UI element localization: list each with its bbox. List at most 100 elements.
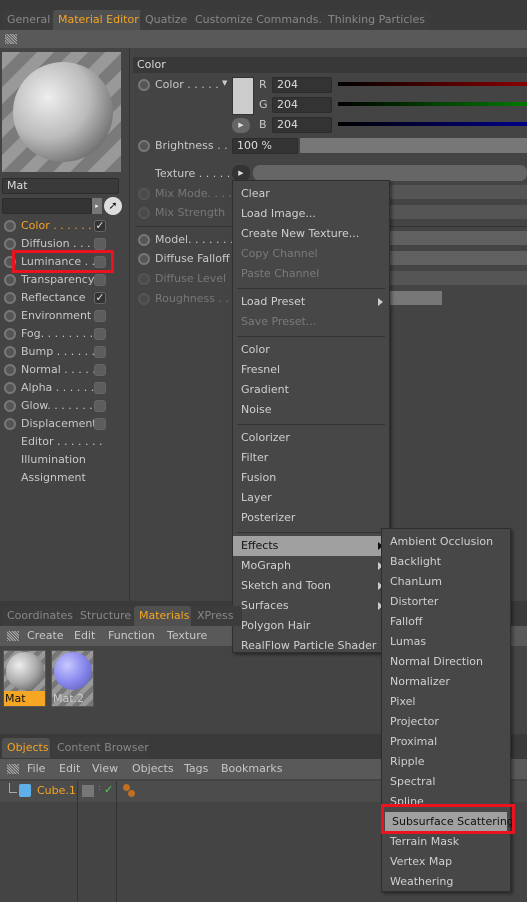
channel-anim-radio[interactable] (4, 292, 16, 304)
color-mode-arrow-icon[interactable]: ▼ (222, 79, 227, 87)
color-expand-button[interactable]: ▶ (232, 118, 250, 133)
menu-tags[interactable]: Tags (184, 762, 208, 775)
g-slider[interactable] (338, 102, 527, 106)
channel-label[interactable]: Fog. . . . . . . . . (21, 327, 100, 340)
submenu-item-proximal[interactable]: Proximal (382, 732, 510, 752)
preset-dropdown[interactable] (2, 198, 92, 214)
tab-quatize[interactable]: Quatize (140, 10, 193, 30)
grip-icon[interactable] (5, 34, 17, 44)
channel-checkbox[interactable] (94, 346, 106, 358)
material-preview[interactable] (2, 52, 121, 172)
menu-item-colorizer[interactable]: Colorizer (233, 428, 389, 448)
tab-objects[interactable]: Objects (2, 738, 50, 758)
channel-label[interactable]: Bump . . . . . . . (21, 345, 102, 358)
enabled-check-icon[interactable]: ✓ (104, 783, 113, 796)
submenu-item-falloff[interactable]: Falloff (382, 612, 510, 632)
submenu-item-pixel[interactable]: Pixel (382, 692, 510, 712)
submenu-item-projector[interactable]: Projector (382, 712, 510, 732)
material-thumbnail[interactable]: Mat.2 (51, 650, 94, 707)
submenu-item-normalizer[interactable]: Normalizer (382, 672, 510, 692)
submenu-item-backlight[interactable]: Backlight (382, 552, 510, 572)
menu-item-load-preset[interactable]: Load Preset (233, 292, 389, 312)
menu-bookmarks[interactable]: Bookmarks (221, 762, 282, 775)
texture-field[interactable] (253, 165, 527, 181)
menu-item-noise[interactable]: Noise (233, 400, 389, 420)
submenu-item-distorter[interactable]: Distorter (382, 592, 510, 612)
channel-anim-radio[interactable] (4, 364, 16, 376)
visibility-dots-icon[interactable]: : (98, 783, 101, 792)
menu-item-realflow-particle-shader[interactable]: RealFlow Particle Shader (233, 636, 389, 656)
menu-texture[interactable]: Texture (167, 629, 207, 642)
menu-edit[interactable]: Edit (74, 629, 95, 642)
tab-coordinates[interactable]: Coordinates (2, 606, 73, 626)
channel-anim-radio[interactable] (4, 310, 16, 322)
tab-thinking-particles[interactable]: Thinking Particles (323, 10, 430, 30)
channel-label[interactable]: Normal . . . . . . (21, 363, 103, 376)
menu-create[interactable]: Create (27, 629, 64, 642)
menu-item-posterizer[interactable]: Posterizer (233, 508, 389, 528)
channel-label[interactable]: Displacement (21, 417, 97, 430)
menu-item-create-new-texture[interactable]: Create New Texture... (233, 224, 389, 244)
menu-item-filter[interactable]: Filter (233, 448, 389, 468)
channel-label[interactable]: Diffusion . . . (21, 237, 91, 250)
color-swatch[interactable] (232, 77, 254, 115)
menu-item-layer[interactable]: Layer (233, 488, 389, 508)
menu-item-clear[interactable]: Clear (233, 184, 389, 204)
menu-item-fusion[interactable]: Fusion (233, 468, 389, 488)
channel-checkbox[interactable] (94, 364, 106, 376)
menu-item-polygon-hair[interactable]: Polygon Hair (233, 616, 389, 636)
tab-customize-commands[interactable]: Customize Commands... (190, 10, 334, 30)
submenu-item-spectral[interactable]: Spectral (382, 772, 510, 792)
menu-item-fresnel[interactable]: Fresnel (233, 360, 389, 380)
channel-label[interactable]: Glow. . . . . . . . (21, 399, 100, 412)
channel-anim-radio[interactable] (4, 382, 16, 394)
channel-checkbox[interactable] (94, 310, 106, 322)
channel-label[interactable]: Illumination (21, 453, 86, 466)
menu-item-surfaces[interactable]: Surfaces (233, 596, 389, 616)
channel-anim-radio[interactable] (4, 400, 16, 412)
menu-item-gradient[interactable]: Gradient (233, 380, 389, 400)
menu-edit[interactable]: Edit (59, 762, 80, 775)
brightness-anim-radio[interactable] (138, 140, 150, 152)
submenu-item-normal-direction[interactable]: Normal Direction (382, 652, 510, 672)
channel-checkbox[interactable] (94, 238, 106, 250)
brightness-field[interactable]: 100 % (232, 138, 298, 154)
diffuse-falloff-radio[interactable] (138, 253, 150, 265)
channel-checkbox[interactable] (94, 382, 106, 394)
menu-file[interactable]: File (27, 762, 45, 775)
menu-item-color[interactable]: Color (233, 340, 389, 360)
g-value-field[interactable]: 204 (272, 97, 332, 113)
channel-anim-radio[interactable] (4, 274, 16, 286)
channel-checkbox[interactable]: ✓ (94, 292, 106, 304)
grip-icon[interactable] (7, 764, 19, 774)
channel-checkbox[interactable] (94, 418, 106, 430)
tab-xpress[interactable]: XPress (192, 606, 242, 626)
b-slider[interactable] (338, 122, 527, 126)
tab-materials[interactable]: Materials (134, 606, 191, 626)
b-value-field[interactable]: 204 (272, 117, 332, 133)
r-slider[interactable] (338, 82, 527, 86)
layer-icon[interactable] (82, 785, 94, 797)
diffuse-falloff-field[interactable] (388, 251, 527, 265)
channel-checkbox[interactable]: ✓ (94, 220, 106, 232)
submenu-item-terrain-mask[interactable]: Terrain Mask (382, 832, 510, 852)
tab-structure[interactable]: Structure (75, 606, 132, 626)
tab-general[interactable]: General (2, 10, 56, 30)
channel-label[interactable]: Editor . . . . . . . (21, 435, 103, 448)
channel-anim-radio[interactable] (4, 418, 16, 430)
channel-checkbox[interactable] (94, 400, 106, 412)
channel-label[interactable]: Alpha . . . . . . . (21, 381, 101, 394)
channel-anim-radio[interactable] (4, 346, 16, 358)
texture-menu-button[interactable]: ▶ (232, 165, 250, 181)
menu-item-load-image[interactable]: Load Image... (233, 204, 389, 224)
channel-checkbox[interactable] (94, 328, 106, 340)
channel-anim-radio[interactable] (4, 220, 16, 232)
menu-view[interactable]: View (92, 762, 118, 775)
channel-label[interactable]: Environment (21, 309, 91, 322)
color-anim-radio[interactable] (138, 79, 150, 91)
tab-content-browser[interactable]: Content Browser (52, 738, 149, 758)
tab-material-editor[interactable]: Material Editor (53, 10, 144, 30)
model-radio[interactable] (138, 234, 150, 246)
menu-function[interactable]: Function (108, 629, 155, 642)
channel-label[interactable]: Color . . . . . . (21, 219, 92, 232)
